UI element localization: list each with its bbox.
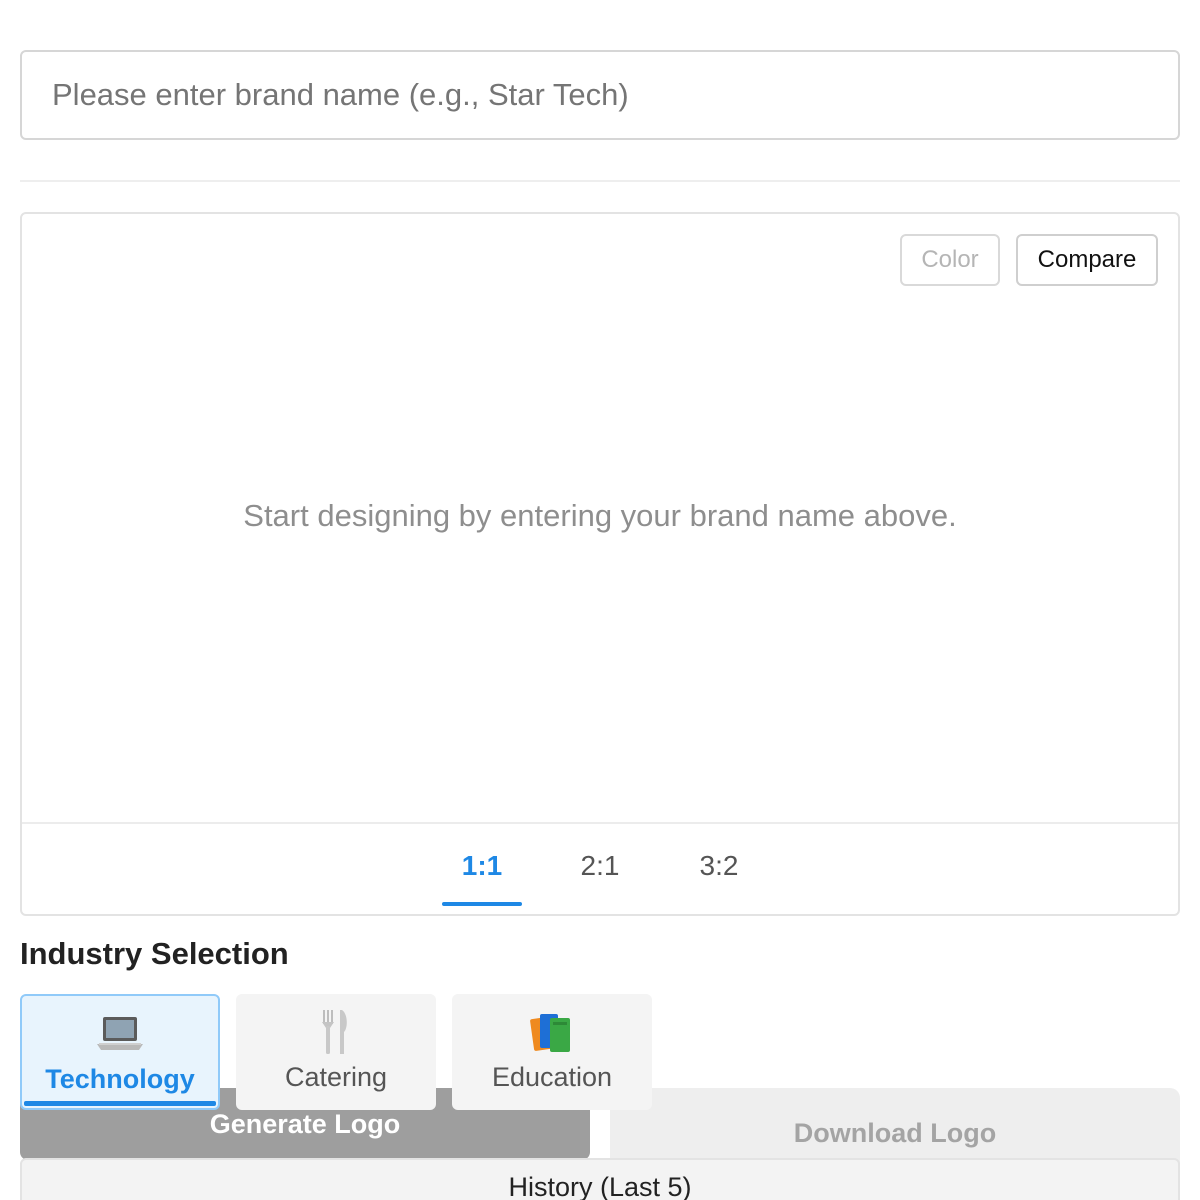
industry-option-technology[interactable]: Technology	[20, 994, 220, 1110]
industry-option-education[interactable]: Education	[452, 994, 652, 1110]
section-divider	[20, 180, 1180, 182]
logo-generator-page: Color Compare Start designing by enterin…	[0, 0, 1200, 1200]
compare-button[interactable]: Compare	[1016, 234, 1158, 286]
industry-label: Catering	[284, 1062, 388, 1092]
books-icon	[528, 1008, 576, 1056]
logo-preview-panel: Color Compare Start designing by enterin…	[20, 212, 1180, 916]
industry-label: Technology	[45, 1064, 195, 1094]
color-button[interactable]: Color	[900, 234, 1000, 286]
industry-option-catering[interactable]: Catering	[236, 994, 436, 1110]
industry-label: Education	[491, 1062, 613, 1092]
preview-placeholder-text: Start designing by entering your brand n…	[243, 498, 957, 533]
fork-knife-icon	[316, 1008, 356, 1056]
laptop-icon	[95, 1010, 145, 1058]
ratio-tab-3-2[interactable]: 3:2	[679, 850, 759, 906]
ratio-tab-1-1[interactable]: 1:1	[442, 850, 522, 906]
brand-name-input[interactable]	[20, 50, 1180, 140]
industry-section-title: Industry Selection	[20, 936, 289, 971]
history-section[interactable]: History (Last 5)	[20, 1158, 1180, 1200]
ratio-tab-2-1[interactable]: 2:1	[560, 850, 640, 906]
ratio-tab-divider	[22, 822, 1178, 824]
